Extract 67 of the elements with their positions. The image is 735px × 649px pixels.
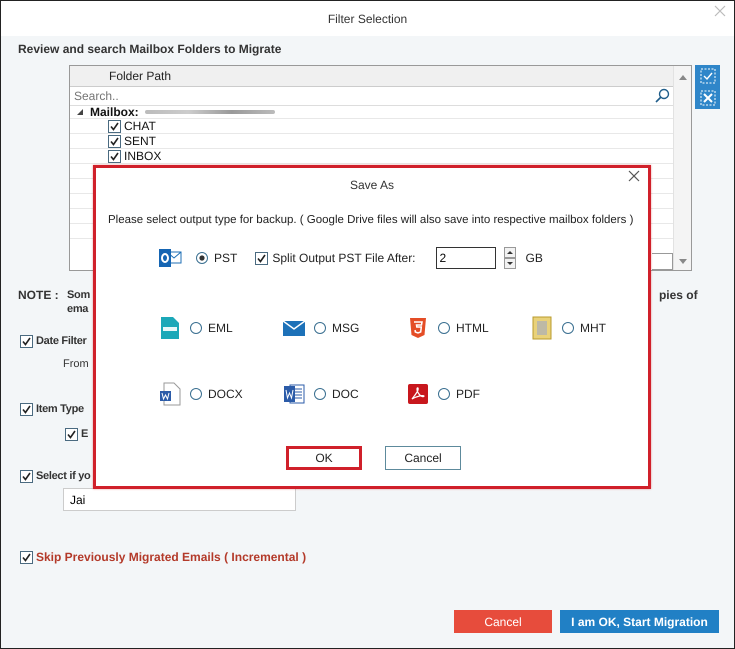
tree-item: Mailbox: (90, 105, 139, 119)
option-label: Item Type (36, 403, 84, 415)
dropdown-field[interactable] (652, 253, 673, 270)
radio-button[interactable] (562, 322, 574, 334)
document-icon (159, 382, 181, 406)
section-heading: Review and search Mailbox Folders to Migrate (18, 42, 282, 56)
checkbox[interactable] (20, 334, 33, 348)
mail-app-icon (158, 247, 182, 269)
option-label: Date Filter (36, 335, 86, 347)
document-icon (160, 316, 180, 340)
cancel-button[interactable]: Cancel (454, 610, 552, 633)
radio-button[interactable] (190, 322, 202, 334)
checkbox[interactable] (20, 402, 33, 416)
field-label: From (63, 357, 89, 372)
checkbox[interactable] (108, 134, 121, 148)
format-label: DOC (332, 387, 359, 401)
cancel-button[interactable]: Cancel (385, 446, 461, 470)
format-label: HTML (456, 321, 489, 335)
format-label: EML (208, 321, 233, 335)
format-label: MSG (332, 321, 360, 335)
search-icon (654, 88, 670, 104)
deselect-all-icon[interactable] (700, 90, 716, 106)
note-text: ema (67, 302, 88, 316)
radio-button[interactable] (196, 252, 208, 264)
dialog-title: Save As (350, 178, 394, 192)
frame-icon (532, 316, 552, 340)
format-label: PST (214, 251, 238, 265)
window-title: Filter Selection (328, 12, 408, 26)
column-header: Folder Path (70, 66, 673, 87)
radio-button[interactable] (438, 388, 450, 400)
document-icon (408, 384, 428, 404)
checkbox[interactable] (255, 252, 268, 264)
tree-item[interactable]: INBOX (124, 149, 162, 163)
radio-button[interactable] (314, 388, 326, 400)
split-label: Split Output PST File After: (272, 251, 416, 265)
checkbox[interactable] (108, 120, 121, 132)
checkbox[interactable] (65, 428, 78, 440)
format-label: DOCX (208, 387, 243, 401)
description-text: Please select output type for backup. ( Google Drive files will also save into respective mailbox folders ) (108, 213, 634, 227)
format-label: MHT (580, 321, 606, 335)
radio-button[interactable] (314, 322, 326, 334)
envelope-icon (283, 320, 305, 336)
close-icon[interactable] (628, 170, 640, 182)
size-input[interactable]: 2 (436, 247, 496, 269)
radio-button[interactable] (190, 388, 202, 400)
text-field[interactable]: Jai (63, 488, 296, 511)
radio-button[interactable] (438, 322, 450, 334)
note-label: NOTE : (18, 288, 60, 302)
spinner-icon[interactable] (504, 247, 516, 269)
unit-label: GB (526, 251, 543, 265)
format-label: PDF (456, 387, 480, 401)
checkbox[interactable] (20, 470, 33, 482)
start-migration-button[interactable]: I am OK, Start Migration (560, 610, 719, 633)
checkbox[interactable] (108, 150, 121, 162)
ok-button[interactable]: OK (286, 446, 362, 470)
tree-item[interactable]: SENT (124, 134, 156, 148)
select-all-icon[interactable] (700, 68, 716, 84)
note-text: pies of (658, 288, 698, 302)
expand-icon[interactable] (76, 108, 84, 116)
shield-icon (409, 317, 427, 339)
note-text: Som (67, 288, 90, 302)
book-icon (283, 383, 305, 405)
checkbox[interactable] (20, 550, 33, 564)
option-label: Select if yo (36, 470, 90, 482)
option-label: E (81, 428, 88, 440)
option-label: Skip Previously Migrated Emails ( Incremental ) (36, 550, 306, 564)
tree-item[interactable]: CHAT (124, 119, 156, 133)
